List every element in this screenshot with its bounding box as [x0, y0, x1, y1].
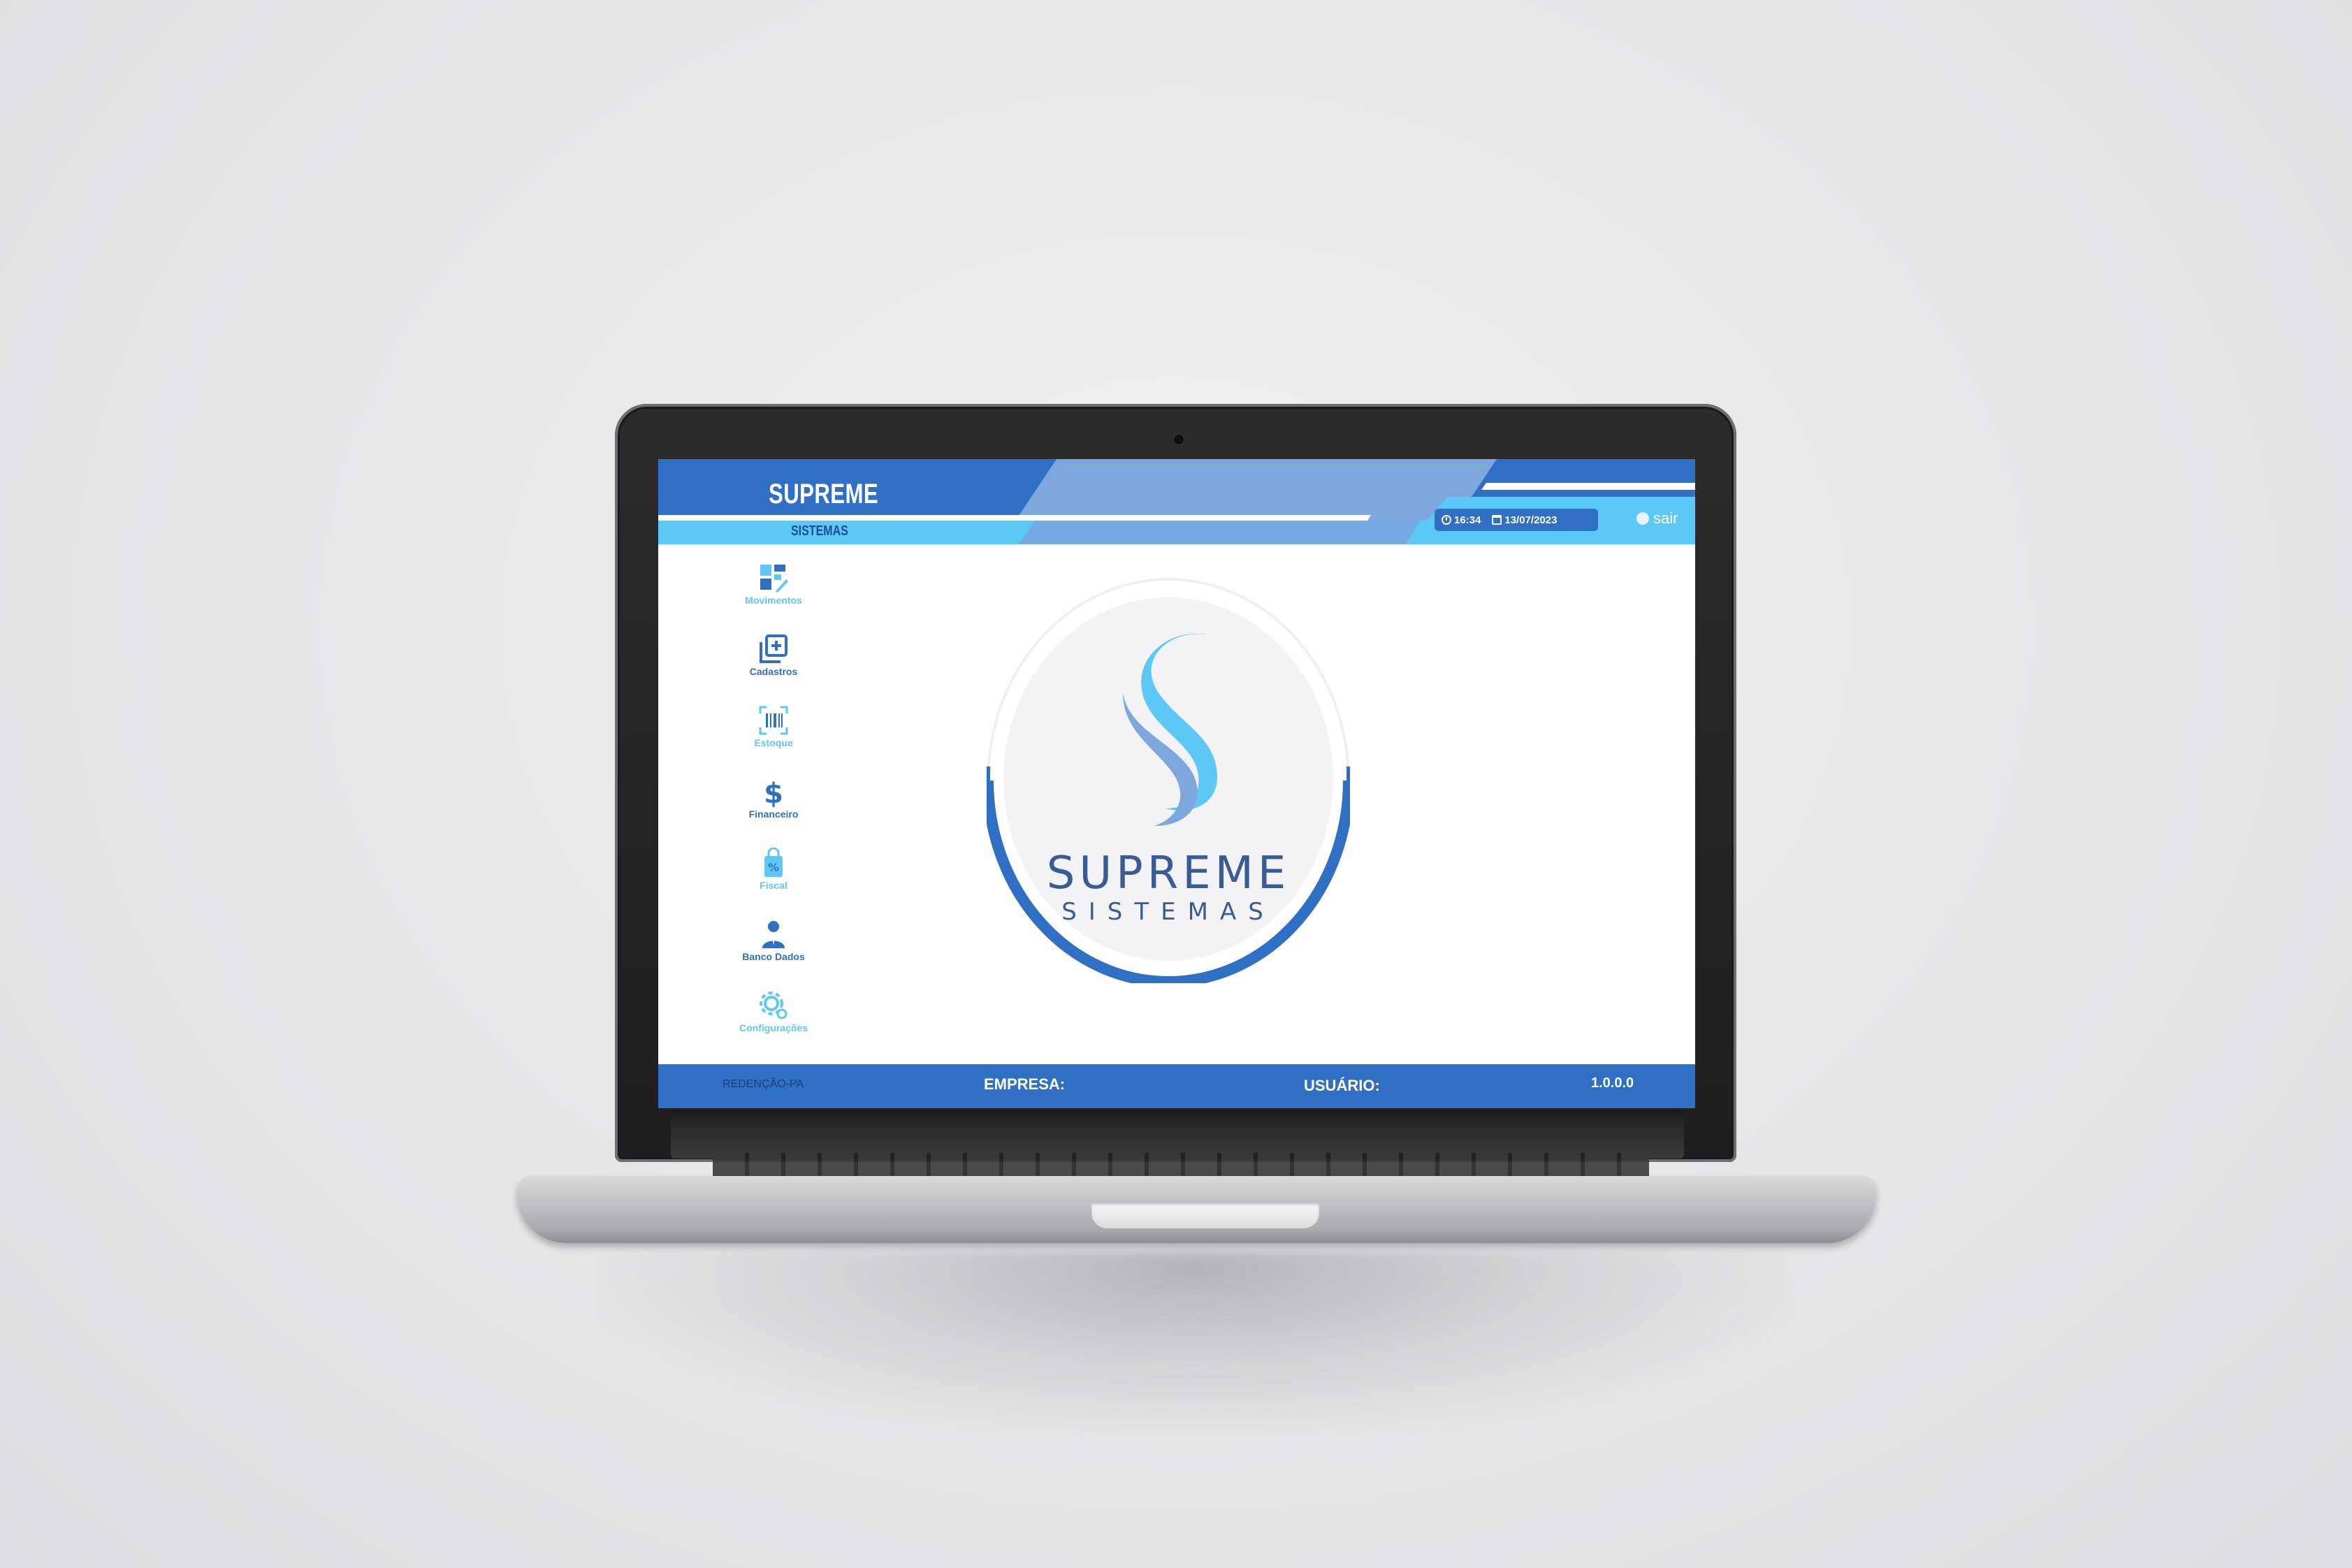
date-value: 13/07/2023	[1504, 514, 1558, 526]
logout-button[interactable]: sair	[1636, 509, 1678, 528]
percent-tag-icon: %	[764, 848, 783, 877]
company-logo: SUPREME SISTEMAS	[987, 578, 1364, 997]
sidebar-item-label: Financeiro	[748, 808, 799, 820]
sidebar-item-cadastros[interactable]: Cadastros	[721, 634, 826, 677]
brand-title: SUPREME	[769, 479, 879, 509]
svg-text:$: $	[764, 778, 783, 807]
app-header: SUPREME SISTEMAS 16:34 13/07/2023 sair	[658, 459, 1695, 544]
city-label: REDENÇÃO-PA	[723, 1078, 804, 1090]
logo-subtitle: SISTEMAS	[1061, 898, 1275, 926]
dollar-icon: $	[764, 778, 783, 807]
sidebar-item-label: Cadastros	[749, 666, 798, 677]
sidebar-item-label: Banco Dados	[742, 951, 805, 962]
sidebar-item-financeiro[interactable]: $ Financeiro	[721, 776, 826, 820]
datetime-display: 16:34 13/07/2023	[1435, 509, 1598, 531]
sidebar-item-label: Estoque	[754, 737, 793, 748]
barcode-icon	[759, 706, 788, 735]
svg-text:%: %	[768, 861, 779, 874]
time-value: 16:34	[1454, 514, 1481, 526]
gear-icon	[760, 992, 787, 1019]
laptop-hinge	[671, 1110, 1684, 1159]
user-icon	[762, 921, 785, 948]
version-label: 1.0.0.0	[1591, 1075, 1634, 1091]
app-screen: SUPREME SISTEMAS 16:34 13/07/2023 sair M…	[658, 459, 1695, 1108]
webcam	[1174, 435, 1184, 444]
sidebar-item-label: Movimentos	[745, 595, 802, 606]
user-label: USUÁRIO:	[1304, 1077, 1380, 1094]
add-stack-icon	[760, 634, 787, 663]
sidebar-item-movimentos[interactable]: Movimentos	[721, 562, 826, 606]
laptop-shadow	[601, 1251, 1789, 1432]
calendar-icon	[1492, 515, 1502, 525]
company-label: EMPRESA:	[984, 1075, 1066, 1093]
sidebar-item-fiscal[interactable]: % Fiscal	[721, 848, 826, 891]
clock-icon	[1442, 515, 1451, 525]
laptop-notch	[1091, 1203, 1319, 1228]
logout-icon	[1636, 512, 1649, 525]
logo-name: SUPREME	[1046, 848, 1291, 899]
status-bar: REDENÇÃO-PA EMPRESA: USUÁRIO: 1.0.0.0	[658, 1064, 1695, 1108]
sidebar-item-banco-dados[interactable]: Banco Dados	[721, 919, 826, 962]
sidebar-item-label: Fiscal	[760, 880, 787, 891]
logout-label: sair	[1653, 509, 1678, 527]
sidebar-item-label: Configurações	[739, 1022, 808, 1033]
sidebar-item-configuracoes[interactable]: Configurações	[721, 990, 826, 1033]
sidebar-item-estoque[interactable]: Estoque	[721, 705, 826, 748]
grid-edit-icon	[760, 565, 788, 593]
brand-subtitle: SISTEMAS	[791, 523, 848, 539]
